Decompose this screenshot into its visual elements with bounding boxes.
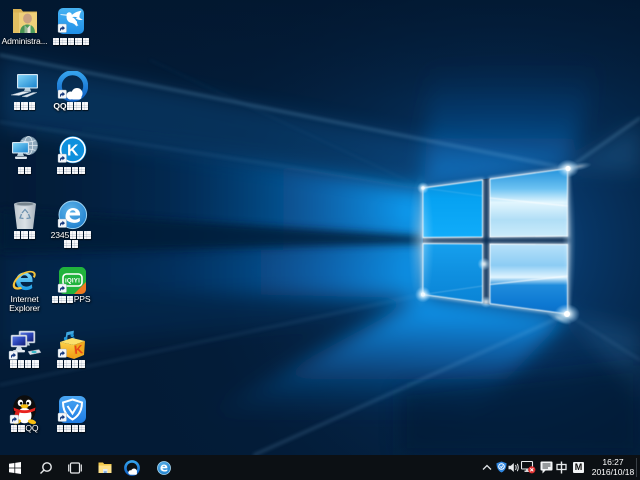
svg-text:iQIYI: iQIYI: [65, 278, 80, 285]
svg-text:K: K: [74, 342, 84, 357]
svg-text:K: K: [67, 143, 79, 160]
